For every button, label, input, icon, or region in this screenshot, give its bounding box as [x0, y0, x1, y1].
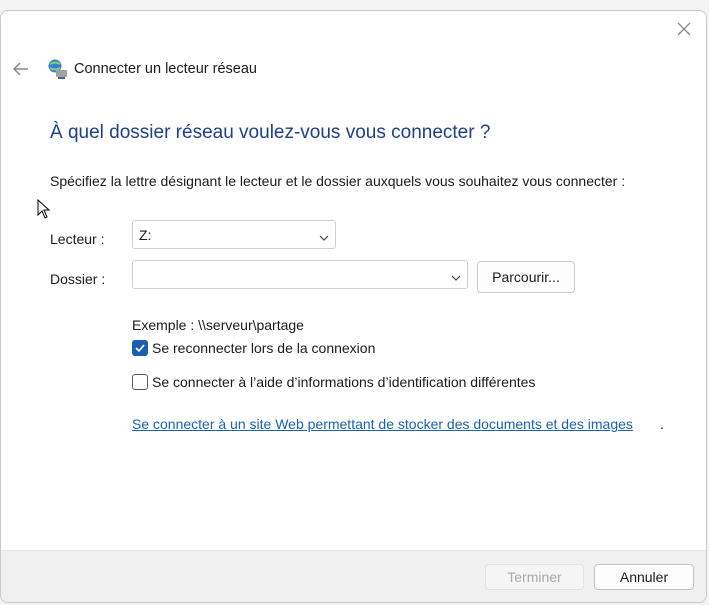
- map-network-drive-dialog: Connecter un lecteur réseau À quel dossi…: [0, 10, 707, 603]
- folder-label: Dossier :: [50, 271, 106, 287]
- other-credentials-checkbox-label[interactable]: Se connecter à l’aide d’informations d’i…: [152, 374, 535, 390]
- reconnect-checkbox-label[interactable]: Se reconnecter lors de la connexion: [152, 340, 375, 356]
- chevron-down-icon: [319, 230, 329, 241]
- instruction-text: Spécifiez la lettre désignant le lecteur…: [50, 173, 626, 189]
- cancel-button[interactable]: Annuler: [594, 564, 694, 590]
- close-icon[interactable]: [674, 20, 694, 40]
- folder-input[interactable]: [132, 260, 468, 289]
- drive-select[interactable]: Z:: [132, 220, 336, 249]
- mouse-cursor-icon: [37, 198, 51, 219]
- browse-button[interactable]: Parcourir...: [477, 261, 575, 293]
- network-drive-icon: [47, 58, 69, 80]
- dialog-footer: Terminer Annuler: [1, 550, 706, 602]
- example-text: Exemple : \\serveur\partage: [132, 317, 304, 333]
- chevron-down-icon[interactable]: [451, 270, 461, 281]
- drive-label: Lecteur :: [50, 231, 105, 247]
- checkmark-icon: [135, 344, 145, 353]
- drive-select-value: Z:: [139, 227, 152, 243]
- finish-button[interactable]: Terminer: [485, 564, 584, 590]
- other-credentials-checkbox[interactable]: [132, 374, 148, 390]
- window-title: Connecter un lecteur réseau: [74, 61, 257, 77]
- link-period: .: [660, 416, 664, 432]
- web-storage-link[interactable]: Se connecter à un site Web permettant de…: [132, 416, 633, 432]
- page-heading: À quel dossier réseau voulez-vous vous c…: [50, 122, 491, 143]
- reconnect-checkbox[interactable]: [132, 340, 148, 356]
- back-arrow-icon[interactable]: [11, 59, 31, 79]
